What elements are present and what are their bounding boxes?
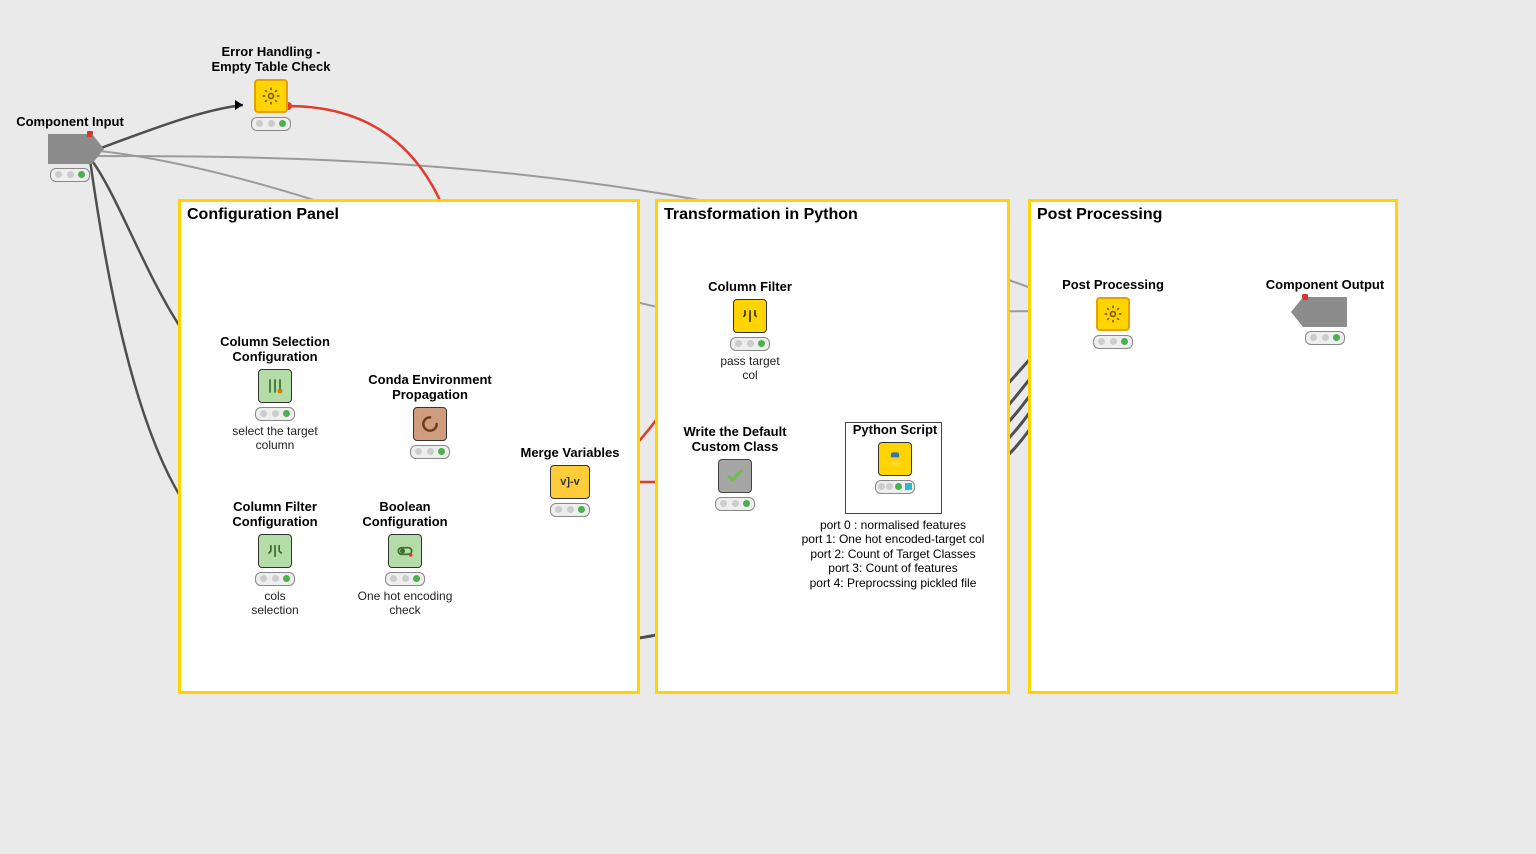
node-component-input-title: Component Input	[0, 115, 145, 130]
traffic-light	[50, 168, 90, 182]
traffic-light	[255, 572, 295, 586]
node-bool-cfg-sub: One hot encoding check	[330, 590, 480, 618]
checkmark-icon	[718, 459, 752, 493]
component-input-port-icon	[48, 134, 92, 164]
node-error-handling-title: Error Handling - Empty Table Check	[186, 45, 356, 75]
node-python-script[interactable]: Python Script	[820, 423, 970, 494]
node-write-default-title: Write the Default Custom Class	[660, 425, 810, 455]
node-column-filter[interactable]: Column Filter pass target col	[680, 280, 820, 383]
node-component-output-title: Component Output	[1245, 278, 1405, 293]
node-post-processing-title: Post Processing	[1038, 278, 1188, 293]
conda-icon	[413, 407, 447, 441]
traffic-light	[730, 337, 770, 351]
column-selection-icon	[258, 369, 292, 403]
gear-icon	[254, 79, 288, 113]
merge-variables-icon: v]-v	[550, 465, 590, 499]
column-filter-icon	[733, 299, 767, 333]
node-post-processing[interactable]: Post Processing	[1038, 278, 1188, 349]
panel-post-processing: Post Processing	[1028, 199, 1398, 694]
node-col-filter-cfg[interactable]: Column Filter Configuration cols selecti…	[200, 500, 350, 617]
traffic-light	[550, 503, 590, 517]
node-column-filter-sub: pass target col	[680, 355, 820, 383]
node-col-sel-cfg-sub: select the target column	[200, 425, 350, 453]
node-error-handling[interactable]: Error Handling - Empty Table Check	[186, 45, 356, 131]
traffic-light	[255, 407, 295, 421]
traffic-light	[410, 445, 450, 459]
component-output-port-icon	[1303, 297, 1347, 327]
node-conda-env[interactable]: Conda Environment Propagation	[350, 373, 510, 459]
traffic-light	[1093, 335, 1133, 349]
node-merge-vars[interactable]: Merge Variables v]-v	[500, 446, 640, 517]
node-bool-cfg[interactable]: Boolean Configuration One hot encoding c…	[330, 500, 480, 617]
workflow-canvas[interactable]: Configuration Panel Transformation in Py…	[0, 0, 1536, 854]
node-col-filter-cfg-sub: cols selection	[200, 590, 350, 618]
panel-post-title: Post Processing	[1037, 206, 1162, 224]
python-script-ports-text: port 0 : normalised features port 1: One…	[778, 518, 1008, 590]
python-icon	[878, 442, 912, 476]
node-column-filter-title: Column Filter	[680, 280, 820, 295]
node-col-sel-cfg-title: Column Selection Configuration	[200, 335, 350, 365]
gear-icon	[1096, 297, 1130, 331]
node-write-default[interactable]: Write the Default Custom Class	[660, 425, 810, 511]
node-col-sel-cfg[interactable]: Column Selection Configuration select th…	[200, 335, 350, 452]
node-conda-env-title: Conda Environment Propagation	[350, 373, 510, 403]
node-component-input[interactable]: Component Input	[0, 115, 145, 182]
traffic-light	[1305, 331, 1345, 345]
panel-transformation-title: Transformation in Python	[664, 206, 858, 224]
traffic-light	[385, 572, 425, 586]
panel-configuration-title: Configuration Panel	[187, 206, 339, 224]
boolean-icon	[388, 534, 422, 568]
node-component-output[interactable]: Component Output	[1245, 278, 1405, 345]
node-bool-cfg-title: Boolean Configuration	[330, 500, 480, 530]
traffic-light	[875, 480, 915, 494]
node-python-script-title: Python Script	[820, 423, 970, 438]
node-merge-vars-title: Merge Variables	[500, 446, 640, 461]
column-filter-icon	[258, 534, 292, 568]
traffic-light	[715, 497, 755, 511]
traffic-light	[251, 117, 291, 131]
node-col-filter-cfg-title: Column Filter Configuration	[200, 500, 350, 530]
